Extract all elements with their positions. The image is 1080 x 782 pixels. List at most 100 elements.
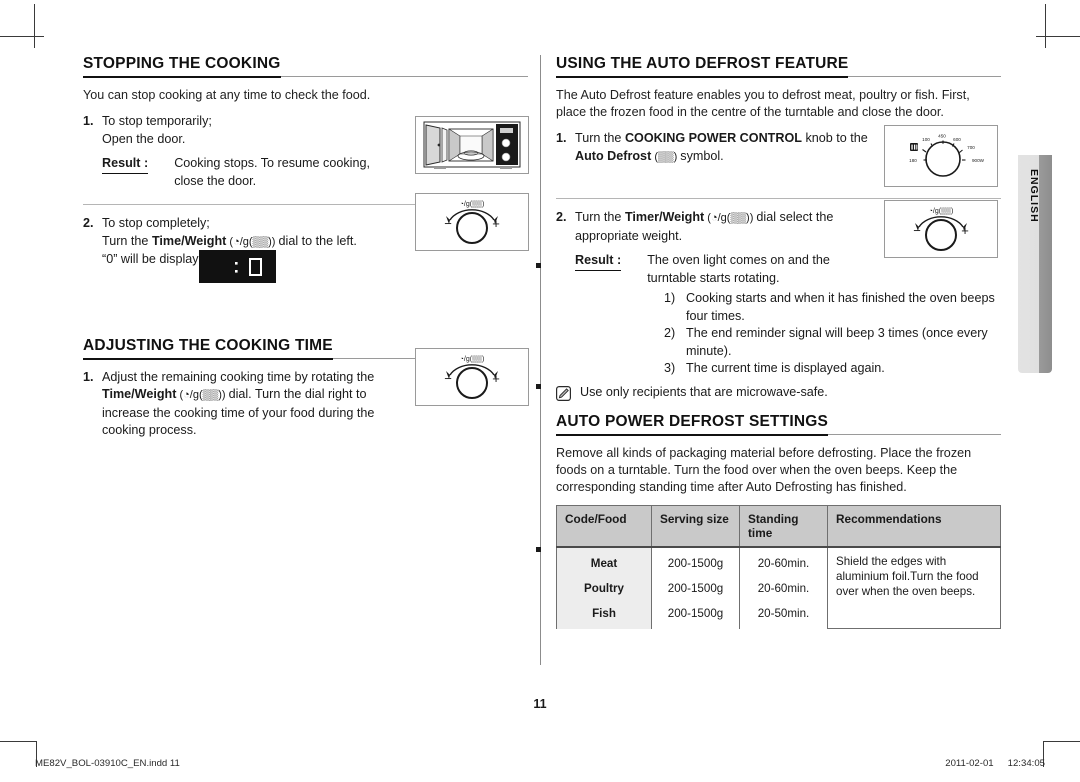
- svg-text:450: 450: [938, 134, 946, 139]
- heading-using-auto-defrost: USING THE AUTO DEFROST FEATURE: [556, 55, 1001, 78]
- svg-text:+: +: [492, 371, 500, 386]
- svg-text:180: 180: [909, 158, 917, 163]
- svg-text:700: 700: [967, 145, 975, 150]
- footer-rule-left: [0, 741, 36, 742]
- footer-time: 12:34:05: [1007, 758, 1045, 769]
- table-row: Meat 200-1500g 20-60min. Shield the edge…: [556, 546, 1001, 629]
- col-header-serving-size: Serving size: [651, 504, 740, 548]
- step-number: 1.: [83, 114, 94, 128]
- result-label: Result :: [575, 252, 622, 271]
- gutter-tick-2: [536, 384, 541, 389]
- step-number: 1.: [83, 369, 94, 384]
- svg-text:◔/g(▒▒): ◔/g(▒▒): [460, 200, 485, 208]
- d1-text-b: knob to the: [801, 131, 868, 145]
- step2-post: dial to the left.: [278, 233, 357, 248]
- defrost-step-1: 1. Turn the COOKING POWER CONTROL knob t…: [556, 130, 876, 166]
- time-weight-dial-icon: ◔/g(▒▒) − +: [444, 200, 500, 244]
- cell-standing: 20-60min.: [739, 575, 828, 601]
- step-body: Adjust the remaining cooking time by rot…: [102, 369, 408, 440]
- svg-text:900W: 900W: [972, 158, 985, 163]
- microwave-oven-icon: [423, 121, 521, 169]
- gutter-tick-1: [536, 263, 541, 268]
- figure-time-weight-dial-2: ◔/g(▒▒) − +: [415, 348, 529, 406]
- sublist-item: 2) The end reminder signal will beep 3 t…: [664, 325, 1001, 360]
- cell-food: Meat: [556, 546, 652, 576]
- sublist-text: The current time is displayed again.: [686, 361, 885, 375]
- footer-timestamp: 2011-02-01 12:34:05: [945, 758, 1045, 769]
- column-gutter-line: [540, 55, 541, 665]
- step2-line3: “0” will be displayed.: [102, 252, 217, 266]
- d1-text-a: Turn the: [575, 131, 625, 145]
- time-weight-dial-icon: ◔/g(▒▒) − +: [444, 355, 500, 399]
- table-header: Code/Food Serving size Standing time Rec…: [556, 504, 1001, 548]
- timer-weight-dial-icon: ◔/g(▒▒) − +: [913, 207, 969, 251]
- heading-auto-power-defrost-settings: AUTO POWER DEFROST SETTINGS: [556, 413, 1001, 436]
- heading-text: ADJUSTING THE COOKING TIME: [83, 337, 333, 360]
- d2-text-a: Turn the: [575, 210, 625, 224]
- step-number: 2.: [556, 210, 567, 224]
- d1-bold-auto-defrost: Auto Defrost: [575, 148, 652, 163]
- svg-text:◔/g(▒▒): ◔/g(▒▒): [460, 355, 485, 363]
- sublist-number: 1): [664, 291, 676, 305]
- led-display-icon: [199, 250, 276, 283]
- step-number: 1.: [556, 131, 567, 145]
- adj-text-a: Adjust the remaining cooking time by rot…: [102, 369, 375, 384]
- heading-text: AUTO POWER DEFROST SETTINGS: [556, 413, 829, 436]
- manual-page: STOPPING THE COOKING You can stop cookin…: [0, 0, 1080, 782]
- svg-text:600: 600: [953, 137, 961, 142]
- svg-text:100: 100: [922, 137, 930, 142]
- heading-text: STOPPING THE COOKING: [83, 55, 281, 78]
- sublist-number: 3): [664, 361, 676, 375]
- svg-text:+: +: [961, 223, 969, 238]
- result-label: Result :: [102, 155, 149, 174]
- cell-food: Fish: [556, 600, 652, 629]
- sublist-text: Cooking starts and when it has finished …: [686, 291, 995, 323]
- defrost-sublist: 1) Cooking starts and when it has finish…: [664, 290, 1001, 378]
- footer-filename: ME82V_BOL-03910C_EN.indd 11: [35, 758, 180, 769]
- footer-date: 2011-02-01: [945, 758, 994, 769]
- figure-timer-weight-dial: ◔/g(▒▒) − +: [884, 200, 998, 258]
- divider-after-defrost-step1: [556, 198, 1001, 199]
- result-line2: turntable starts rotating.: [647, 270, 780, 285]
- cooking-power-control-knob-icon: 100 450 600 700 900W 180: [909, 134, 985, 177]
- sublist-text: The end reminder signal will beep 3 time…: [686, 326, 988, 358]
- d1-text-c: symbol.: [680, 148, 724, 163]
- cell-recommendations: Shield the edges with aluminium foil.Tur…: [827, 546, 1001, 629]
- heading-rule: [828, 433, 1001, 435]
- step-body: Turn the Timer/Weight (◔/g(▒▒)) dial sel…: [575, 209, 876, 245]
- auto-defrost-settings-table: Code/Food Serving size Standing time Rec…: [556, 504, 1001, 629]
- table-header-row: Code/Food Serving size Standing time Rec…: [556, 504, 1001, 548]
- sublist-number: 2): [664, 326, 676, 340]
- note-text: Use only recipients that are microwave-s…: [580, 384, 828, 399]
- step2-bold-timeweight: Time/Weight: [151, 233, 227, 248]
- adjusting-step-1: 1. Adjust the remaining cooking time by …: [83, 369, 408, 440]
- note-pencil-icon: [556, 385, 571, 401]
- led-display: [199, 250, 276, 283]
- heading-stopping-the-cooking: STOPPING THE COOKING: [83, 55, 528, 78]
- sublist-item: 1) Cooking starts and when it has finish…: [664, 290, 1001, 325]
- result-text: Cooking stops. To resume cooking, close …: [174, 155, 370, 190]
- heading-rule: [280, 76, 528, 77]
- result-line1: Cooking stops. To resume cooking,: [174, 156, 370, 170]
- svg-text:−: −: [913, 223, 921, 238]
- step-body: Turn the COOKING POWER CONTROL knob to t…: [575, 130, 876, 166]
- result-text: The oven light comes on and the turntabl…: [647, 252, 830, 287]
- defrost-step2-result-block: Result : The oven light comes on and the…: [575, 252, 1001, 378]
- result-line2: close the door.: [174, 173, 257, 188]
- defrost-settings-intro: Remove all kinds of packaging material b…: [556, 445, 972, 494]
- sublist-item: 3) The current time is displayed again.: [664, 360, 1001, 378]
- col-header-recommendations: Recommendations: [827, 504, 1001, 548]
- defrost-step-2: 2. Turn the Timer/Weight (◔/g(▒▒)) dial …: [556, 209, 876, 245]
- footer-rule-right: [1044, 741, 1080, 742]
- col-header-code-food: Code/Food: [556, 504, 652, 548]
- cell-serving: 200-1500g: [651, 600, 740, 629]
- time-weight-symbol: (◔/g(▒▒)): [176, 389, 229, 401]
- result-line1: The oven light comes on and the: [647, 253, 830, 267]
- step2-pre: Turn the: [102, 233, 152, 248]
- adj-bold-timeweight: Time/Weight: [102, 387, 177, 401]
- time-weight-symbol: (◔/g(▒▒)): [226, 235, 279, 248]
- d1-bold-power-control: COOKING POWER CONTROL: [624, 131, 802, 145]
- cell-food: Poultry: [556, 575, 652, 601]
- stopping-intro: You can stop cooking at any time to chec…: [83, 88, 371, 102]
- heading-text: USING THE AUTO DEFROST FEATURE: [556, 55, 849, 78]
